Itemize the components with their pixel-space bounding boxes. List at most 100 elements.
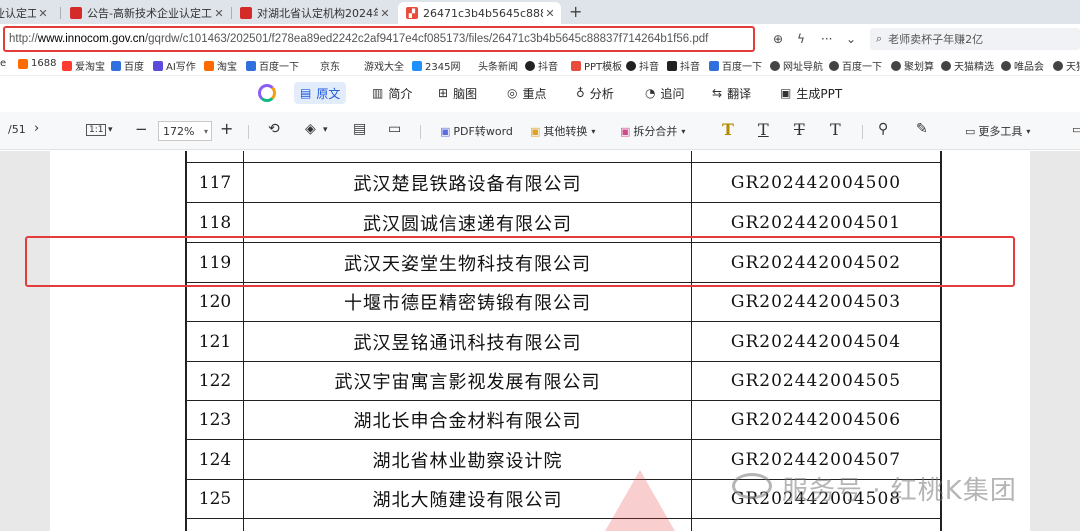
bookmark-item[interactable]: 聚划算 [891, 58, 934, 73]
company-name: 湖北长申合金材料有限公司 [244, 401, 692, 439]
ai-tab-translate[interactable]: ⇆ 翻译 [706, 82, 757, 104]
text-add-icon[interactable]: T [830, 120, 841, 139]
bookmark-item[interactable]: 2345网 [412, 58, 460, 73]
highlight-box [25, 236, 1015, 287]
certificate-code: GR202442004504 [730, 331, 902, 352]
table-row: 120 十堰市德臣精密铸锻有限公司 GR202442004503 [185, 283, 942, 322]
row-number: 124 [187, 440, 244, 479]
text-underline-icon[interactable]: T [758, 120, 769, 139]
table-row-partial [185, 519, 942, 531]
ppt-icon: ▣ [780, 86, 792, 100]
bookmark-item[interactable]: 爱淘宝 [62, 58, 105, 73]
bookmark-item[interactable]: 1688 [18, 58, 56, 69]
bookmark-item[interactable]: PPT模板 [571, 58, 622, 73]
bookmark-item[interactable]: 抖音 [667, 58, 700, 73]
close-icon[interactable]: ✕ [543, 7, 557, 20]
table-row [185, 151, 942, 163]
table-row: 122 武汉宇宙寓言影视发展有限公司 GR202442004505 [185, 362, 942, 401]
bookmark-item[interactable]: 唯品会 [1001, 58, 1044, 73]
site-favicon-icon [70, 7, 82, 19]
zoom-icon[interactable]: ⊕ [773, 32, 783, 46]
new-tab-plus-icon[interactable]: + [569, 2, 582, 21]
zoom-select[interactable]: 172% ▾ [158, 121, 212, 141]
bookmark-item[interactable]: 京东 [320, 58, 340, 73]
chevron-down-icon[interactable]: ▾ [108, 125, 113, 135]
page-view-icon[interactable]: ▤ [353, 121, 366, 137]
ai-tab-ppt[interactable]: ▣ 生成PPT [774, 82, 848, 104]
company-name: 十堰市德臣精密铸锻有限公司 [244, 283, 692, 321]
split-merge-button[interactable]: ▣ 拆分合并 ▾ [620, 123, 685, 139]
bookmark-item[interactable]: 抖音 [626, 58, 659, 73]
ai-tab-original[interactable]: ▤ 原文 [294, 82, 347, 104]
other-convert-button[interactable]: ▣ 其他转换 ▾ [530, 123, 595, 139]
text-strikethrough-icon[interactable]: T [794, 120, 805, 139]
zoom-in-icon[interactable]: + [220, 119, 233, 138]
row-number: 125 [187, 480, 244, 518]
ai-tab-mindmap[interactable]: ⊞ 脑图 [432, 82, 483, 104]
bookmark-item[interactable]: 天猫精选 [941, 58, 994, 73]
bookmark-item[interactable]: 网址导航 [770, 58, 823, 73]
bookmark-item[interactable]: 淘宝 [204, 58, 237, 73]
chevron-down-icon[interactable]: ▾ [323, 125, 328, 135]
table-row: 117 武汉楚昆铁路设备有限公司 GR202442004500 [185, 163, 942, 203]
translate-icon: ⇆ [712, 86, 723, 100]
search-input[interactable]: ⌕ 老师卖杯子年赚2亿 [870, 28, 1080, 50]
chevron-down-icon[interactable]: ⌄ [846, 32, 856, 46]
fit-button[interactable]: 1:1 [86, 124, 107, 136]
chat-icon: ◔ [645, 86, 656, 100]
search-icon: ⌕ [876, 32, 883, 45]
tab-3-active[interactable]: ▞ 26471c3b4b5645c88837f71 ✕ [398, 2, 561, 24]
ai-tab-keypoints[interactable]: ◎ 重点 [501, 82, 553, 104]
tab-0[interactable]: 业认定工 ✕ [0, 2, 54, 24]
ai-tab-summary[interactable]: ▥ 简介 [366, 82, 418, 104]
lightning-icon[interactable]: ϟ [797, 32, 805, 46]
bookmark-item[interactable]: AI写作 [153, 58, 196, 73]
ai-tab-analysis[interactable]: ♁ 分析 [570, 82, 620, 104]
toolbox-icon: ▭ [965, 124, 976, 138]
bookmark-item[interactable]: 头条新闻 [478, 58, 518, 73]
summary-icon: ▥ [372, 86, 384, 100]
watermark-text: 服务号 · 红桃K集团 [782, 476, 1017, 506]
split-icon: ▣ [620, 124, 631, 138]
expand-icon[interactable]: ▭ [1072, 123, 1080, 136]
bookmark-item[interactable]: 百度 [111, 58, 144, 73]
bookmark-item[interactable]: 抖音 [525, 58, 558, 73]
bookmark-item[interactable]: 百度一下 [829, 58, 882, 73]
certificate-code: GR202442004506 [730, 410, 902, 430]
sign-icon[interactable]: ✎ [916, 121, 928, 137]
comment-icon[interactable]: ▭ [388, 121, 401, 137]
fill-icon[interactable]: ◈ [305, 121, 316, 137]
stamp-icon[interactable]: ⚲ [878, 121, 888, 137]
ai-tab-followup[interactable]: ◔ 追问 [639, 82, 691, 104]
row-number: 122 [187, 362, 244, 400]
bookmark-item[interactable]: 百度一下 [709, 58, 762, 73]
tab-1[interactable]: 公告-高新技术企业认定工作网 ✕ [62, 2, 230, 24]
tab-2[interactable]: 对湖北省认定机构2024年认定 ✕ [232, 2, 396, 24]
close-icon[interactable]: ✕ [212, 7, 226, 20]
row-number: 123 [187, 401, 244, 439]
close-icon[interactable]: ✕ [378, 7, 392, 20]
ai-logo-icon[interactable] [258, 84, 276, 102]
row-number: 117 [187, 163, 244, 202]
address-bar[interactable]: http://www.innocom.gov.cn/gqrdw/c101463/… [3, 26, 755, 52]
company-name: 武汉昱铭通讯科技有限公司 [244, 322, 692, 361]
pdf-to-word-button[interactable]: ▣ PDF转word [440, 123, 513, 139]
bookmark-item[interactable]: 百度一下 [246, 58, 299, 73]
next-page-icon[interactable]: › [34, 121, 39, 136]
text-highlight-icon[interactable]: T [722, 120, 734, 139]
bookmark-item[interactable]: 游戏大全 [364, 58, 404, 73]
more-tools-button[interactable]: ▭ 更多工具 ▾ [965, 123, 1030, 139]
certificate-code: GR202442004505 [730, 371, 902, 391]
bookmark-item[interactable]: e [0, 58, 6, 69]
zoom-out-icon[interactable]: − [135, 120, 148, 138]
company-name: 武汉楚昆铁路设备有限公司 [244, 163, 692, 202]
row-number: 121 [187, 322, 244, 361]
address-row: http://www.innocom.gov.cn/gqrdw/c101463/… [0, 24, 1080, 54]
bookmark-item[interactable]: 天猫 [1053, 58, 1080, 73]
rotate-icon[interactable]: ⟲ [268, 121, 280, 137]
mindmap-icon: ⊞ [438, 86, 449, 100]
page-total: /51 [8, 123, 26, 136]
more-dots-icon[interactable]: ··· [821, 32, 832, 46]
bulb-icon: ♁ [576, 86, 585, 100]
close-icon[interactable]: ✕ [36, 7, 50, 20]
